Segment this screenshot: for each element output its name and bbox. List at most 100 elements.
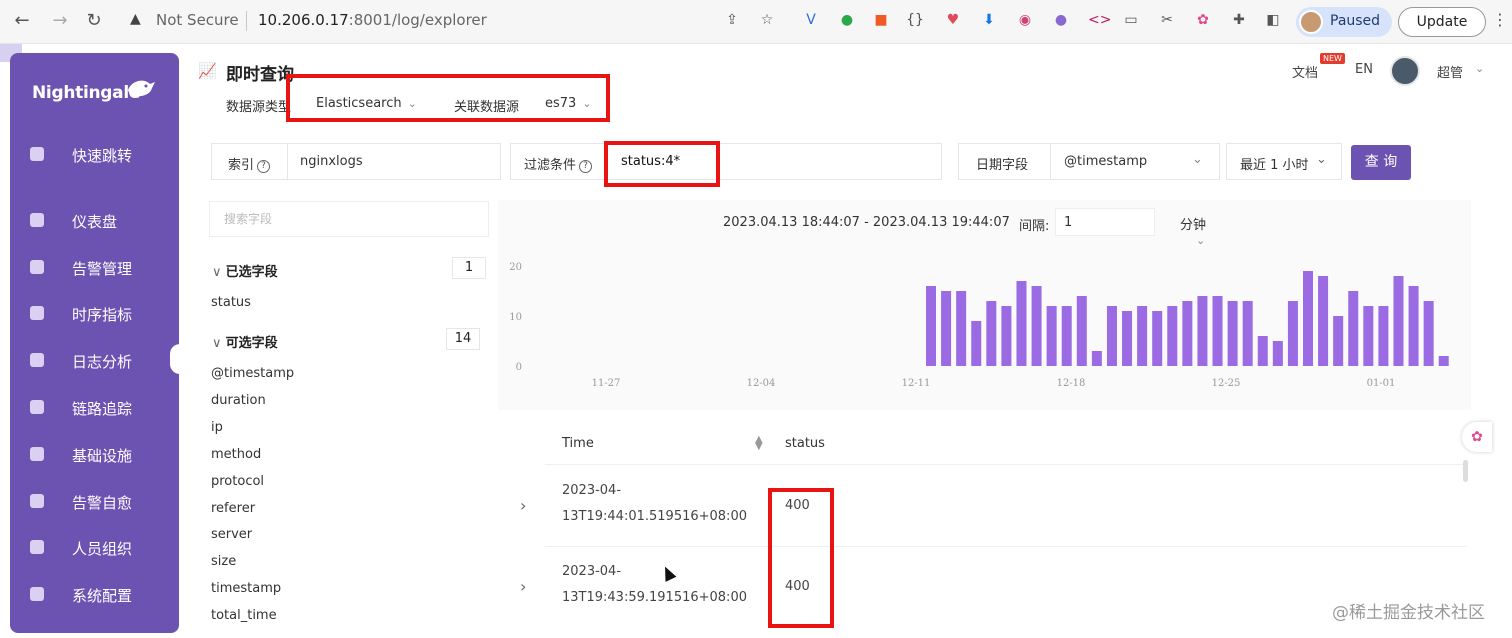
datasource-type-label: 数据源类型 — [226, 100, 292, 115]
available-field-item[interactable]: @timestamp — [211, 366, 294, 381]
docs-link[interactable]: 文档 — [1292, 62, 1318, 81]
search-icon — [30, 147, 44, 161]
selected-fields-count: 1 — [452, 257, 486, 279]
table-scrollbar[interactable] — [1463, 460, 1468, 482]
column-header-status[interactable]: status — [785, 436, 825, 451]
x-tick-label: 12-11 — [902, 378, 931, 389]
extension-circle-icon[interactable]: ● — [1052, 11, 1070, 29]
histogram-chart: 0 10 20 11-27 12-04 12-11 12-18 12-25 01-01 — [509, 262, 1449, 389]
column-header-time[interactable]: Time — [562, 436, 594, 451]
interval-input[interactable]: 1 — [1055, 208, 1155, 236]
sidebar-item-label: 基础设施 — [72, 447, 133, 465]
available-field-item[interactable]: server — [211, 527, 252, 542]
histogram-bar — [1363, 306, 1374, 366]
extension-scissors-icon[interactable]: ✂ — [1158, 11, 1176, 29]
warning-icon[interactable]: ▲ — [130, 11, 141, 27]
user-menu-chevron-icon[interactable]: ⌄ — [1475, 62, 1484, 75]
histogram-bar — [1001, 306, 1012, 366]
extensions-puzzle-icon[interactable]: ✚ — [1230, 11, 1248, 29]
available-field-item[interactable]: referer — [211, 501, 255, 516]
sidebar-item-label: 日志分析 — [72, 353, 133, 371]
sidebar-item-label: 告警自愈 — [72, 494, 133, 512]
x-tick-label: 12-25 — [1212, 378, 1241, 389]
user-name[interactable]: 超管 — [1437, 62, 1463, 81]
extension-pocket-icon[interactable]: ♥ — [944, 11, 962, 29]
page-title: 即时查询 — [226, 65, 294, 85]
sidebar-item[interactable]: 链路追踪 — [10, 390, 179, 424]
selected-fields-header[interactable]: ∨ 已选字段 — [212, 261, 278, 280]
available-field-item[interactable]: total_time — [211, 608, 277, 623]
available-field-item[interactable]: method — [211, 447, 261, 462]
sidebar-item[interactable]: 时序指标 — [10, 296, 179, 330]
histogram-bar — [1016, 281, 1027, 366]
expand-row-icon[interactable]: › — [520, 496, 526, 515]
sidebar-item-label: 快速跳转 — [72, 147, 133, 165]
metrics-icon — [30, 306, 44, 320]
app-logo[interactable]: Nightingale — [32, 83, 140, 103]
extension-page-icon[interactable]: ▭ — [1122, 11, 1140, 29]
extension-code-icon[interactable]: <> — [1088, 11, 1111, 29]
language-switch[interactable]: EN — [1355, 62, 1373, 77]
histogram-bar — [1197, 296, 1208, 366]
row-divider — [545, 546, 1467, 547]
sidebar-item[interactable]: 快速跳转 — [10, 137, 179, 171]
histogram-bar — [1167, 306, 1178, 366]
help-icon: ? — [579, 160, 593, 173]
available-fields-header[interactable]: ∨ 可选字段 — [212, 332, 278, 351]
available-field-item[interactable]: ip — [211, 420, 223, 435]
back-icon[interactable]: ← — [10, 9, 34, 33]
available-field-item[interactable]: duration — [211, 393, 266, 408]
extension-orange-icon[interactable]: ■ — [872, 11, 890, 29]
histogram-bar — [1076, 296, 1087, 366]
sidebar-item[interactable]: 系统配置 — [10, 577, 179, 611]
histogram-bar — [1333, 316, 1344, 366]
profile-avatar — [1299, 10, 1323, 34]
share-icon[interactable]: ⇪ — [723, 11, 741, 29]
sidebar-item[interactable]: 告警管理 — [10, 250, 179, 284]
alarm-icon — [30, 260, 44, 274]
histogram-bar — [941, 291, 952, 366]
update-button[interactable]: Update — [1398, 7, 1486, 37]
selected-field-item[interactable]: status — [211, 295, 251, 310]
sidebar-item[interactable]: 日志分析 — [10, 343, 179, 377]
log-icon — [30, 353, 44, 367]
index-label: 索引? — [228, 154, 271, 173]
query-button[interactable]: 查 询 — [1351, 145, 1411, 180]
more-menu-icon[interactable]: ⋮ — [1492, 10, 1508, 29]
sidepanel-icon[interactable]: ◧ — [1264, 11, 1282, 29]
histogram-bar — [986, 301, 997, 366]
histogram-bar — [1393, 276, 1404, 366]
sidebar-item[interactable]: 仪表盘 — [10, 203, 179, 237]
sidebar-item[interactable]: 人员组织 — [10, 530, 179, 564]
profile-button[interactable]: Paused — [1296, 7, 1392, 37]
histogram-bar — [1438, 356, 1449, 366]
sort-icon[interactable]: ▲ ▼ — [755, 435, 763, 452]
date-field-value: @timestamp — [1064, 154, 1148, 169]
reload-icon[interactable]: ↻ — [82, 9, 106, 33]
histogram-bar — [1318, 276, 1329, 366]
expand-row-icon[interactable]: › — [520, 577, 526, 596]
available-field-item[interactable]: protocol — [211, 474, 264, 489]
extension-download-icon[interactable]: ⬇ — [980, 11, 998, 29]
histogram-bar — [1122, 311, 1133, 366]
histogram-bar — [1272, 341, 1283, 366]
histogram-bar — [1287, 301, 1298, 366]
forward-icon[interactable]: → — [48, 9, 72, 33]
user-avatar[interactable] — [1390, 56, 1420, 86]
field-search-input[interactable]: 搜索字段 — [209, 201, 489, 237]
sidebar-item[interactable]: 基础设施 — [10, 437, 179, 471]
extension-evernote-icon[interactable]: ● — [838, 11, 856, 29]
available-field-item[interactable]: size — [211, 554, 236, 569]
available-field-item[interactable]: timestamp — [211, 581, 281, 596]
sidebar-item[interactable]: 告警自愈 — [10, 484, 179, 518]
y-tick-label: 20 — [509, 262, 522, 273]
extension-brain-icon[interactable]: ✿ — [1194, 11, 1212, 29]
not-secure-label[interactable]: Not Secure — [156, 11, 239, 29]
extension-camera-icon[interactable]: ◉ — [1016, 11, 1034, 29]
url-bar[interactable]: 10.206.0.17:8001/log/explorer — [258, 11, 487, 29]
extension-v-icon[interactable]: V — [802, 11, 820, 29]
bookmark-star-icon[interactable]: ☆ — [758, 11, 776, 29]
interval-unit-select[interactable]: 分钟⌄ — [1160, 208, 1246, 247]
extension-braces-icon[interactable]: {} — [906, 11, 924, 29]
floating-assistant-icon[interactable]: ✿ — [1462, 422, 1492, 452]
